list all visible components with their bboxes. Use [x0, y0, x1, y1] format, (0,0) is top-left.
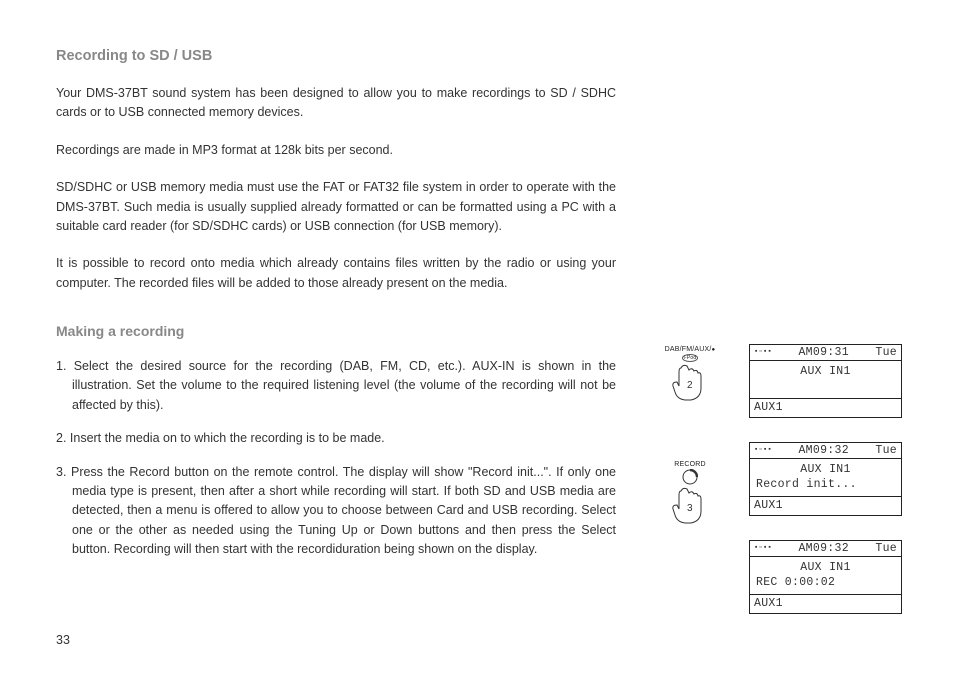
signal-icon: ▪▫▪▪	[754, 447, 772, 454]
lcd-source: AUX IN1	[754, 464, 897, 476]
button-label-record: RECORD	[640, 461, 740, 468]
figure-step-2: DAB/FM/AUX/● i-Pod 2	[640, 346, 740, 405]
record-button-icon	[682, 469, 698, 485]
step-3: 3. Press the Record button on the remote…	[56, 463, 616, 560]
lcd-status: REC 0:00:02	[754, 577, 897, 589]
lcd-screen-1: ▪▫▪▪ AM09:31 Tue AUX IN1 AUX1	[749, 344, 902, 418]
paragraph-1: Your DMS-37BT sound system has been desi…	[56, 84, 616, 123]
lcd-time: AM09:32	[798, 445, 848, 457]
button-label-source: DAB/FM/AUX/●	[640, 346, 740, 353]
lcd-day: Tue	[875, 347, 897, 359]
paragraph-4: It is possible to record onto media whic…	[56, 254, 616, 293]
lcd-day: Tue	[875, 445, 897, 457]
figure-step-3: RECORD 3	[640, 461, 740, 528]
paragraph-2: Recordings are made in MP3 format at 128…	[56, 141, 616, 160]
lcd-day: Tue	[875, 543, 897, 555]
hand-press-icon: 2	[667, 364, 713, 402]
button-label-ipod: i-Pod	[682, 354, 698, 362]
step-1: 1. Select the desired source for the rec…	[56, 357, 616, 415]
lcd-footer: AUX1	[750, 399, 901, 417]
lcd-screen-3: ▪▫▪▪ AM09:32 Tue AUX IN1 REC 0:00:02 AUX…	[749, 540, 902, 614]
lcd-time: AM09:31	[798, 347, 848, 359]
page-number: 33	[56, 633, 70, 647]
subsection-heading: Making a recording	[56, 323, 898, 339]
lcd-column: ▪▫▪▪ AM09:31 Tue AUX IN1 AUX1 ▪▫▪▪ AM09:…	[749, 344, 902, 638]
figure-column: DAB/FM/AUX/● i-Pod 2 RECORD 3	[640, 346, 740, 584]
lcd-status: Record init...	[754, 479, 897, 491]
lcd-time: AM09:32	[798, 543, 848, 555]
hand-number: 2	[687, 380, 693, 391]
lcd-footer: AUX1	[750, 497, 901, 515]
section-heading: Recording to SD / USB	[56, 48, 898, 64]
lcd-screen-2: ▪▫▪▪ AM09:32 Tue AUX IN1 Record init... …	[749, 442, 902, 516]
hand-press-icon: 3	[667, 487, 713, 525]
lcd-footer: AUX1	[750, 595, 901, 613]
lcd-source: AUX IN1	[754, 562, 897, 574]
hand-number: 3	[687, 503, 693, 514]
step-2: 2. Insert the media on to which the reco…	[56, 429, 616, 448]
signal-icon: ▪▫▪▪	[754, 349, 772, 356]
signal-icon: ▪▫▪▪	[754, 545, 772, 552]
paragraph-3: SD/SDHC or USB memory media must use the…	[56, 178, 616, 236]
lcd-source: AUX IN1	[754, 366, 897, 378]
